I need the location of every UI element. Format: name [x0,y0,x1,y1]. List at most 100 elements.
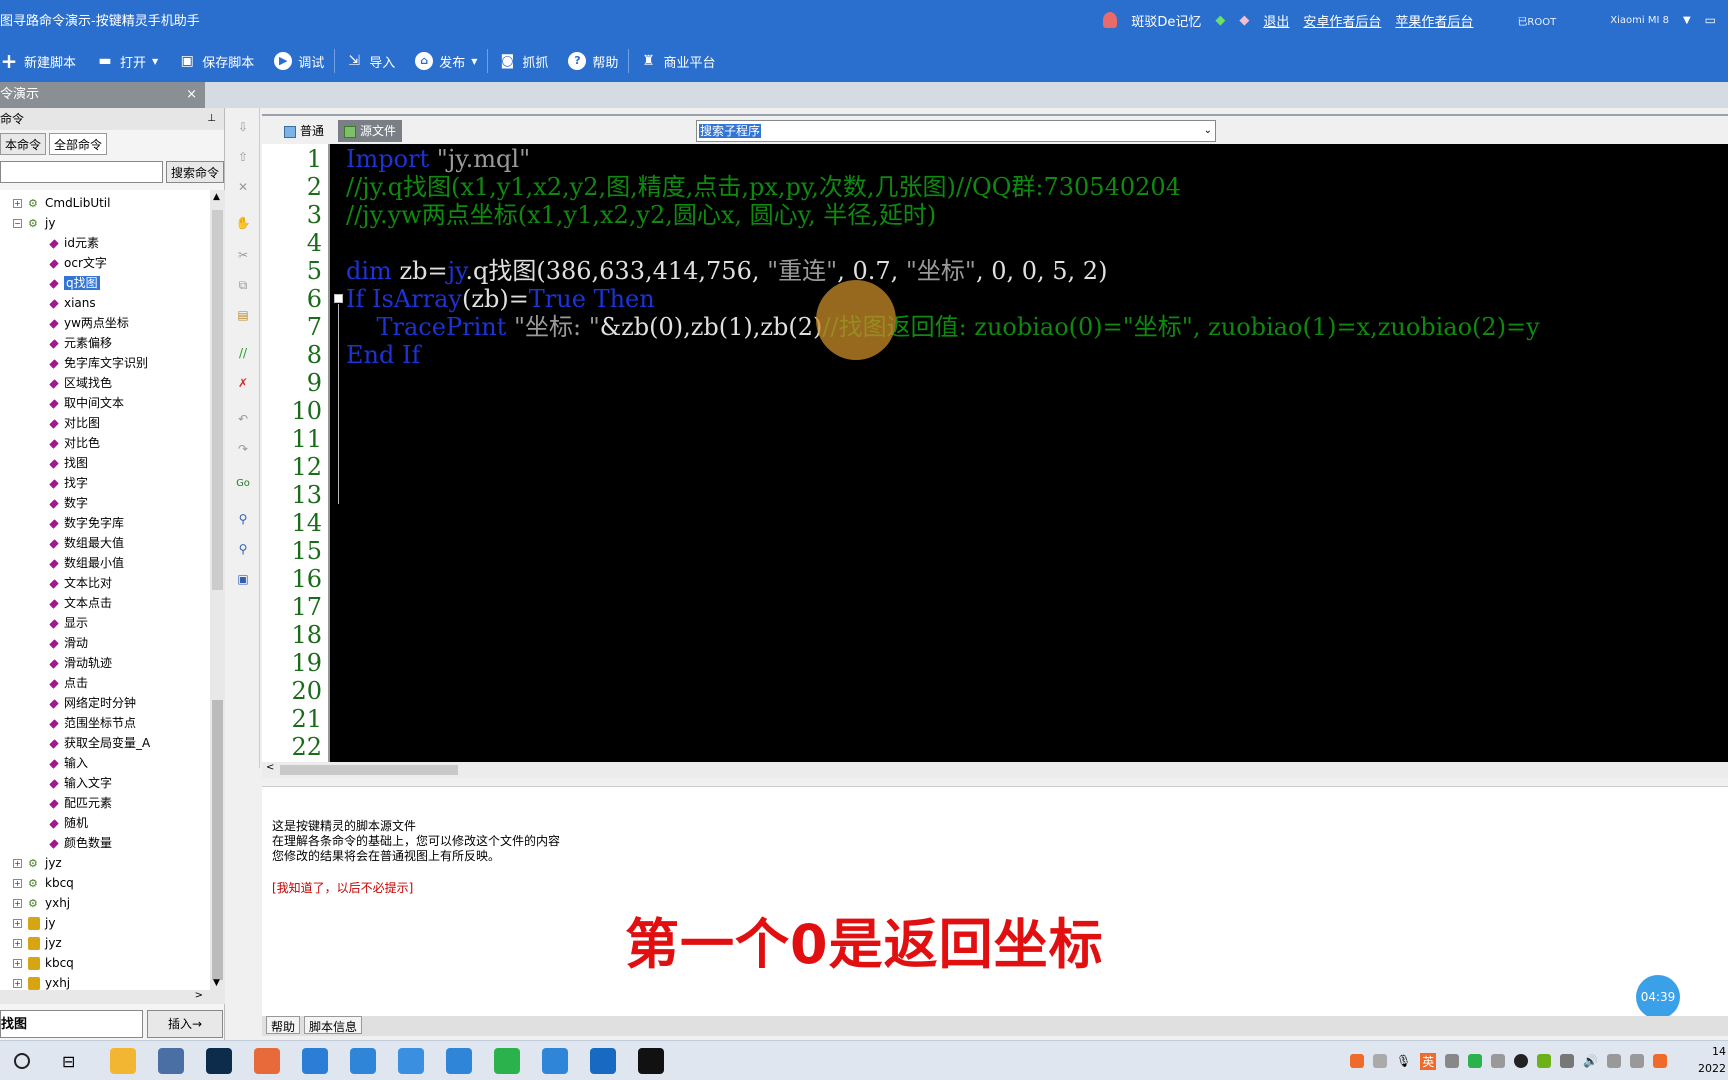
uncomment-icon[interactable]: ✗ [234,376,252,392]
delete-icon[interactable]: ✕ [234,180,252,196]
pin-icon[interactable]: ⊥ [207,108,216,130]
scroll-thumb[interactable] [212,700,223,980]
expand-icon[interactable]: + [13,859,22,868]
new-script-button[interactable]: + 新建脚本 [0,40,86,82]
tree-item-command[interactable]: 取中间文本 [49,393,124,413]
undo-icon[interactable]: ↶ [234,412,252,428]
insert-button[interactable]: 插入→ [147,1010,223,1038]
help-button[interactable]: ? 帮助 [558,40,628,82]
wechat-tray-icon[interactable] [1468,1054,1483,1068]
tree-item-command[interactable]: 数字 [49,493,88,513]
volume-icon[interactable]: 🔊 [1583,1054,1598,1068]
tree-item-command[interactable]: 显示 [49,613,88,633]
nvidia-icon[interactable] [1537,1054,1552,1068]
code-scroll-thumb[interactable] [280,765,458,775]
remote-icon[interactable] [542,1048,568,1074]
dismiss-hint-link[interactable]: [我知道了，以后不必提示] [272,879,413,896]
taskbar-clock[interactable]: 14 2022 [1698,1043,1726,1077]
chat-icon[interactable] [1607,1054,1622,1068]
network-icon[interactable] [1560,1054,1575,1068]
tree-node-library[interactable]: kbcq [28,953,74,973]
command-search-input[interactable] [0,161,163,183]
close-tab-icon[interactable]: × [186,82,197,108]
capture-button[interactable]: ◙ 抓抓 [488,40,558,82]
normal-mode-button[interactable]: 普通 [278,120,330,142]
tree-node-library[interactable]: ⚙ kbcq [28,873,74,893]
tree-node-library[interactable]: yxhj [28,973,70,990]
tree-item-command[interactable]: 滑动 [49,633,88,653]
tree-item-selected[interactable]: q找图 [49,273,100,293]
tree-node-library[interactable]: ⚙ CmdLibUtil [28,193,110,213]
android-author-link[interactable]: 安卓作者后台 [1303,11,1381,30]
tree-item-command[interactable]: 随机 [49,813,88,833]
usb-icon[interactable] [1491,1054,1506,1068]
username[interactable]: 斑驳De记忆 [1131,11,1201,30]
tree-node-library[interactable]: ⚙ jyz [28,853,62,873]
store-icon[interactable] [302,1048,328,1074]
search-icon[interactable] [14,1053,30,1069]
explorer-icon[interactable] [110,1048,136,1074]
tree-item-command[interactable]: 找字 [49,473,88,493]
subroutine-select[interactable]: 搜索子程序 ⌄ [696,120,1216,142]
expand-icon[interactable]: + [13,979,22,988]
tree-item-command[interactable]: 免字库文字识别 [49,353,148,373]
tree-node-library[interactable]: ⚙ jy [28,213,55,233]
tree-item-command[interactable]: ocr文字 [49,253,107,273]
apple-author-link[interactable]: 苹果作者后台 [1395,11,1473,30]
tree-item-command[interactable]: id元素 [49,233,99,253]
redo-icon[interactable]: ↷ [234,442,252,458]
tree-item-command[interactable]: 对比色 [49,433,100,453]
source-mode-button[interactable]: 源文件 [338,120,403,142]
tree-item-command[interactable]: 数字免字库 [49,513,124,533]
code-editor[interactable]: 1 2 3 4 5 6 7 8 9 10 11 12 13 14 15 16 17 18 19 20 21 22 Impo… [262,144,1728,762]
save-script-button[interactable]: ▣ 保存脚本 [168,40,264,82]
debug-button[interactable]: ▶ 调试 [264,40,334,82]
scroll-right-icon[interactable]: > [195,990,203,1001]
tree-node-library[interactable]: ⚙ yxhj [28,893,70,913]
move-up-icon[interactable]: ⇧ [234,150,252,166]
move-down-icon[interactable]: ⇩ [234,120,252,136]
publish-button[interactable]: ⌂ 发布 ▼ [405,40,487,82]
collapse-icon[interactable]: − [13,219,22,228]
c-app-icon[interactable] [590,1048,616,1074]
calculator-icon[interactable] [158,1048,184,1074]
tree-item-command[interactable]: 配匹元素 [49,793,112,813]
scroll-left-icon[interactable]: < [266,762,274,773]
tree-item-command[interactable]: 数组最大值 [49,533,124,553]
open-button[interactable]: ▬ 打开 ▼ [86,40,168,82]
import-button[interactable]: ⇲ 导入 [335,40,405,82]
tree-item-command[interactable]: 范围坐标节点 [49,713,136,733]
tree-item-command[interactable]: 滑动轨迹 [49,653,112,673]
code-horizontal-scrollbar[interactable]: < [262,762,1728,778]
expand-icon[interactable]: + [13,899,22,908]
tree-item-command[interactable]: 文本点击 [49,593,112,613]
find-icon[interactable]: ⚲ [234,512,252,528]
tree-horizontal-scrollbar[interactable]: > [0,990,225,1004]
expand-icon[interactable]: + [13,879,22,888]
tree-item-command[interactable]: 找图 [49,453,88,473]
photoshop-icon[interactable] [206,1048,232,1074]
tree-item-command[interactable]: 颜色数量 [49,833,112,853]
expand-icon[interactable]: + [13,959,22,968]
dropdown-icon[interactable]: ▼ [1683,15,1691,26]
link-icon[interactable] [1373,1054,1387,1068]
tree-vertical-scrollbar[interactable]: ▲ ▼ [210,190,225,990]
tab-help[interactable]: 帮助 [266,1016,301,1034]
bird-app-icon[interactable] [398,1048,424,1074]
task-view-icon[interactable]: ⊟ [62,1052,75,1071]
sogou-icon[interactable] [1350,1054,1364,1068]
tree-node-library[interactable]: jy [28,913,55,933]
tree-item-command[interactable]: 输入文字 [49,773,112,793]
tab-script[interactable]: 令演示 × [0,82,205,108]
business-platform-button[interactable]: ♜ 商业平台 [629,40,725,82]
tree-item-command[interactable]: 获取全局变量_A [49,733,150,753]
tree-item-command[interactable]: 数组最小值 [49,553,124,573]
tree-node-library[interactable]: jyz [28,933,62,953]
tree-item-command[interactable]: 对比图 [49,413,100,433]
fold-toggle[interactable] [334,294,343,303]
device-name[interactable]: Xiaomi MI 8 [1610,15,1669,26]
tree-item-command[interactable]: xians [49,293,96,313]
wechat-icon[interactable] [494,1048,520,1074]
window-icon[interactable]: ▣ [234,572,252,588]
replace-icon[interactable]: ⚲ [234,542,252,558]
